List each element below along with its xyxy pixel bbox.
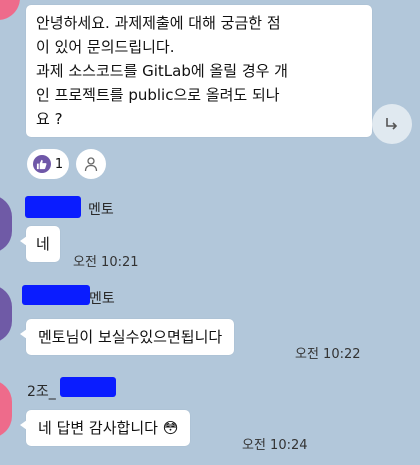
message-time: 오전 10:24 — [242, 438, 308, 453]
share-button[interactable] — [372, 104, 412, 144]
message-text: 네 답변 감사합니다 😳 — [38, 419, 179, 437]
message-bubble[interactable]: 멘토님이 보실수있으면됩니다 — [19, 319, 235, 355]
add-reaction-button[interactable] — [76, 149, 106, 179]
message-line: 안녕하세요. 과제제출에 대해 궁금한 점 — [36, 14, 281, 32]
message-time: 오전 10:21 — [73, 255, 139, 270]
like-reaction[interactable]: 1 — [27, 149, 69, 179]
sender-name: 멘토 — [88, 202, 114, 218]
person-icon — [84, 157, 98, 172]
redacted-name — [22, 285, 90, 305]
avatar[interactable] — [0, 285, 12, 343]
share-arrow-icon — [386, 118, 398, 130]
like-count: 1 — [54, 156, 64, 172]
avatar[interactable] — [0, 380, 12, 438]
sender-name: 2조_ — [27, 384, 56, 400]
message-line: 이 있어 문의드립니다. — [36, 38, 175, 56]
message-time: 오전 10:22 — [295, 347, 361, 362]
message-text: 네 — [36, 235, 50, 253]
redacted-name — [25, 196, 81, 218]
message-bubble[interactable]: 네 — [20, 226, 60, 262]
message-text: 멘토님이 보실수있으면됩니다 — [38, 328, 223, 346]
message-line: 과제 소스코드를 GitLab에 올릴 경우 개 — [36, 62, 288, 80]
thumbs-up-icon — [32, 155, 51, 173]
redacted-name — [60, 377, 116, 397]
message-bubble[interactable]: 네 답변 감사합니다 😳 — [19, 410, 191, 446]
avatar[interactable] — [0, 195, 12, 253]
message-line: 인 프로젝트를 public으로 올려도 되나 — [36, 86, 280, 104]
message-line: 요 ? — [36, 110, 63, 128]
avatar[interactable] — [0, 0, 20, 20]
message-bubble-question[interactable]: 안녕하세요. 과제제출에 대해 궁금한 점 이 있어 문의드립니다. 과제 소스… — [26, 5, 372, 137]
sender-name: 멘토 — [89, 291, 115, 307]
